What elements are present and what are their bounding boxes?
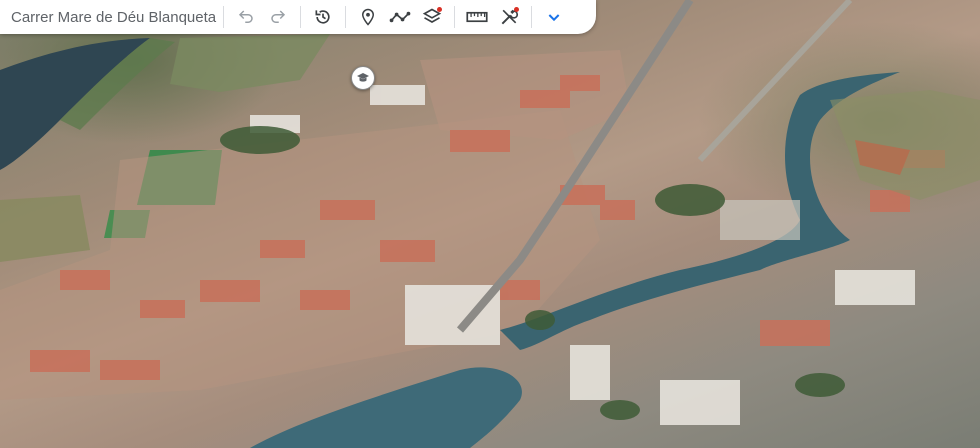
harbor xyxy=(250,367,522,448)
map-view[interactable] xyxy=(0,0,980,448)
chevron-down-icon xyxy=(548,14,560,22)
measure-button[interactable] xyxy=(461,1,493,33)
divider xyxy=(454,6,455,28)
ruler-icon xyxy=(466,11,488,23)
divider xyxy=(300,6,301,28)
redo-button[interactable] xyxy=(262,1,294,33)
placemark-icon xyxy=(361,8,375,26)
divider xyxy=(223,6,224,28)
undo-icon xyxy=(238,10,253,23)
notification-dot xyxy=(514,7,519,12)
undo-button[interactable] xyxy=(230,1,262,33)
notification-dot xyxy=(437,7,442,12)
redo-icon xyxy=(271,10,286,23)
map-style-button[interactable] xyxy=(416,1,448,33)
add-placemark-button[interactable] xyxy=(352,1,384,33)
top-toolbar: Carrer Mare de Déu Blanqueta, G xyxy=(0,0,596,34)
search-box[interactable]: Carrer Mare de Déu Blanqueta, G xyxy=(0,9,217,26)
historical-imagery-button[interactable] xyxy=(307,1,339,33)
tools-button[interactable] xyxy=(493,1,525,33)
add-path-button[interactable] xyxy=(384,1,416,33)
school-marker[interactable] xyxy=(351,66,375,90)
history-icon xyxy=(315,10,330,24)
path-icon xyxy=(389,11,411,23)
map-imagery xyxy=(0,0,980,448)
expand-toolbar-button[interactable] xyxy=(538,1,570,33)
school-icon xyxy=(357,73,369,82)
divider xyxy=(345,6,346,28)
divider xyxy=(531,6,532,28)
